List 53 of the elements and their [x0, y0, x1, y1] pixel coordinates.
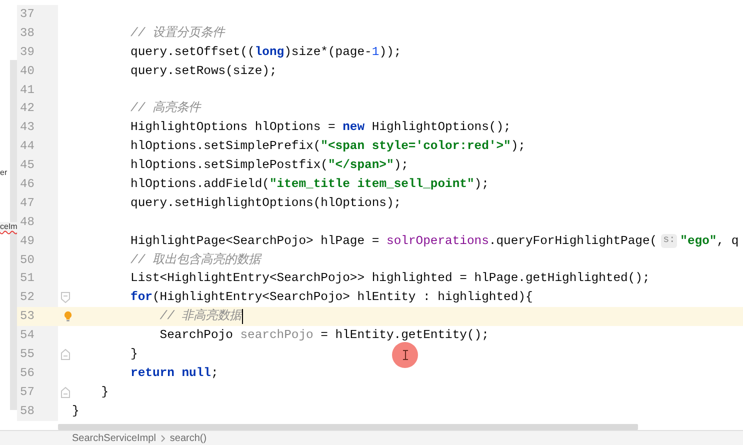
- code-text: hlOptions.setSimplePrefix("<span style='color:red'>");: [130, 138, 526, 156]
- line-number: 56: [17, 364, 58, 383]
- line-number: 45: [17, 156, 58, 176]
- line-number: 46: [17, 175, 58, 194]
- lightbulb-icon[interactable]: [64, 311, 72, 322]
- breadcrumb-item[interactable]: SearchServiceImpl: [72, 430, 156, 445]
- line-number: 43: [17, 118, 58, 138]
- line-number: 54: [17, 326, 58, 346]
- line-number: 42: [17, 99, 58, 118]
- code-text: // 高亮条件: [130, 100, 200, 118]
- line-number: 39: [17, 42, 58, 62]
- horizontal-scrollbar[interactable]: [58, 424, 638, 430]
- line-number: 55: [17, 345, 58, 364]
- line-number: 44: [17, 137, 58, 156]
- unfold-icon[interactable]: [61, 348, 70, 360]
- code-text: // 取出包含高亮的数据: [130, 252, 260, 269]
- line-number: 58: [17, 402, 58, 421]
- breadcrumb-item[interactable]: search(): [170, 430, 207, 445]
- line-number: 49: [17, 232, 58, 251]
- fold-icon[interactable]: [61, 292, 70, 304]
- parameter-hint: s:: [661, 234, 678, 248]
- code-text: // 设置分页条件: [130, 24, 224, 42]
- line-number: 38: [17, 24, 58, 43]
- code-text: HighlightOptions hlOptions = new HighlightOptions();: [130, 119, 511, 136]
- i-beam-icon: [402, 350, 408, 360]
- code-text: }: [72, 402, 80, 420]
- code-text: for(HighlightEntry<SearchPojo> hlEntity : highlighted){: [130, 289, 533, 306]
- code-text: }: [130, 346, 138, 363]
- panel-item-text[interactable]: ceIm: [0, 222, 17, 232]
- code-text: query.setRows(size);: [130, 62, 277, 80]
- line-number: 50: [17, 250, 58, 270]
- chevron-icon: [160, 434, 165, 442]
- code-text: // 非高亮数据: [158, 308, 242, 326]
- code-text: "ego", q: [680, 232, 739, 250]
- code-text: hlOptions.addField("item_title item_sell_point");: [130, 176, 489, 193]
- code-text: List<HighlightEntry<SearchPojo>> highlighted = hlPage.getHighlighted();: [130, 270, 650, 288]
- unfold-icon[interactable]: [61, 386, 70, 398]
- line-number: 41: [17, 80, 58, 100]
- line-number: 57: [17, 382, 58, 402]
- line-number: 48: [17, 212, 58, 232]
- panel-item-text[interactable]: er: [0, 168, 17, 178]
- code-text: SearchPojo searchPojo = hlEntity.getEntity();: [158, 327, 489, 344]
- line-number: 51: [17, 269, 58, 288]
- code-text: return null;: [130, 364, 218, 382]
- code-text: query.setHighlightOptions(hlOptions);: [130, 194, 402, 212]
- line-number: 52: [17, 288, 58, 308]
- line-number: 37: [17, 5, 58, 24]
- code-text: query.setOffset((long)size*(page-1));: [130, 44, 402, 61]
- code-text: }: [100, 384, 109, 401]
- line-number: 40: [17, 62, 58, 81]
- code-text: HighlightPage<SearchPojo> hlPage = solrOperations.queryForHighlightPage(: [130, 232, 658, 250]
- code-text: hlOptions.setSimplePostfix("</span>");: [130, 157, 408, 174]
- line-number: 47: [17, 194, 58, 213]
